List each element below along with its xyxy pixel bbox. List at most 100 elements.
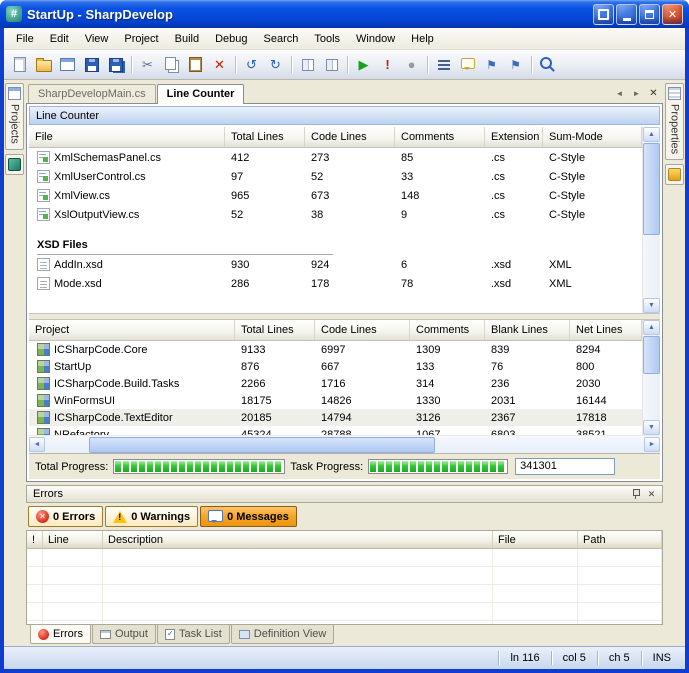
warnings-filter-button[interactable]: 0 Warnings	[105, 506, 198, 527]
comment-button[interactable]	[456, 53, 479, 76]
column-header-code-lines[interactable]: Code Lines	[305, 127, 395, 147]
table-row-selected[interactable]: ICSharpCode.TextEditor 20185 14794 3126 …	[29, 409, 642, 426]
messages-filter-button[interactable]: 0 Messages	[200, 506, 297, 527]
tab-line-counter[interactable]: Line Counter	[157, 84, 245, 104]
task-list-button[interactable]	[432, 53, 455, 76]
column-header-blank-lines[interactable]: Blank Lines	[485, 320, 570, 340]
paste-button[interactable]	[184, 53, 207, 76]
xsd-file-icon	[37, 277, 50, 290]
new-file-button[interactable]	[8, 53, 31, 76]
cell: ICSharpCode.Core	[54, 344, 148, 356]
column-header-severity[interactable]: !	[27, 531, 43, 548]
menu-help[interactable]: Help	[403, 29, 442, 49]
scrollbar-thumb[interactable]	[89, 437, 435, 453]
tab-scroll-right-button[interactable]: ►	[629, 86, 644, 100]
table-row[interactable]: XmlUserControl.cs 97 52 33 .cs C-Style	[29, 167, 642, 186]
run-button[interactable]: ▶	[352, 53, 375, 76]
column-header-code-lines[interactable]: Code Lines	[315, 320, 410, 340]
menu-window[interactable]: Window	[348, 29, 403, 49]
maximize-button[interactable]	[639, 4, 660, 25]
menu-search[interactable]: Search	[256, 29, 307, 49]
tab-definition-view[interactable]: Definition View	[231, 625, 335, 644]
search-button[interactable]	[536, 53, 559, 76]
code-template-button[interactable]	[320, 53, 343, 76]
scroll-up-button[interactable]: ▲	[643, 320, 660, 335]
minimize-button[interactable]	[616, 4, 637, 25]
sidebar-tab-projects[interactable]: Projects	[5, 83, 24, 150]
table-row[interactable]: ICSharpCode.Build.Tasks 2266 1716 314 23…	[29, 375, 642, 392]
table-splitter[interactable]	[29, 313, 660, 320]
errors-filter-button[interactable]: 0 Errors	[28, 506, 103, 527]
menu-tools[interactable]: Tools	[306, 29, 348, 49]
menu-edit[interactable]: Edit	[42, 29, 77, 49]
menu-build[interactable]: Build	[167, 29, 207, 49]
column-header-extension[interactable]: Extension	[485, 127, 543, 147]
undo-button[interactable]: ↺	[240, 53, 263, 76]
table-row[interactable]: Mode.xsd 286 178 78 .xsd XML	[29, 274, 642, 293]
table-row[interactable]: AddIn.xsd 930 924 6 .xsd XML	[29, 255, 642, 274]
save-button[interactable]	[80, 53, 103, 76]
table-row[interactable]: ICSharpCode.Core 9133 6997 1309 839 8294	[29, 341, 642, 358]
tab-output[interactable]: Output	[92, 625, 156, 644]
scrollbar-thumb[interactable]	[643, 143, 660, 235]
sidebar-tab-classes[interactable]	[5, 154, 24, 175]
pin-button[interactable]	[629, 487, 644, 501]
column-header-net-lines[interactable]: Net Lines	[570, 320, 642, 340]
breakpoint-button[interactable]: ●	[400, 53, 423, 76]
sidebar-tab-help[interactable]	[665, 164, 684, 185]
close-button[interactable]: ✕	[662, 4, 683, 25]
horizontal-scrollbar[interactable]: ◄ ►	[29, 435, 660, 453]
file-table-scrollbar[interactable]: ▲ ▼	[642, 127, 660, 313]
column-header-comments[interactable]: Comments	[410, 320, 485, 340]
project-table-scrollbar[interactable]: ▲ ▼	[642, 320, 660, 435]
scroll-left-button[interactable]: ◄	[29, 437, 45, 452]
column-header-total-lines[interactable]: Total Lines	[235, 320, 315, 340]
tab-scroll-left-button[interactable]: ◄	[612, 86, 627, 100]
column-header-line[interactable]: Line	[43, 531, 103, 548]
next-bookmark-button[interactable]: ⚑	[504, 53, 527, 76]
tab-sharpdevelopmain[interactable]: SharpDevelopMain.cs	[28, 84, 156, 103]
column-header-total-lines[interactable]: Total Lines	[225, 127, 305, 147]
new-project-button[interactable]	[56, 53, 79, 76]
table-row[interactable]: WinFormsUI 18175 14826 1330 2031 16144	[29, 392, 642, 409]
tab-close-button[interactable]: ✕	[646, 86, 661, 100]
column-header-sum-mode[interactable]: Sum-Mode	[543, 127, 642, 147]
column-header-project[interactable]: Project	[29, 320, 235, 340]
table-row[interactable]: XmlView.cs 965 673 148 .cs C-Style	[29, 186, 642, 205]
sidebar-tab-properties[interactable]: Properties	[665, 83, 684, 160]
column-header-comments[interactable]: Comments	[395, 127, 485, 147]
stop-button[interactable]: !	[376, 53, 399, 76]
table-row[interactable]: NRefactory 45324 28788 1067 6803 38521	[29, 426, 642, 435]
cut-button[interactable]: ✂	[136, 53, 159, 76]
table-row[interactable]: XslOutputView.cs 52 38 9 .cs C-Style	[29, 205, 642, 224]
window-extra-button[interactable]	[593, 4, 614, 25]
menu-debug[interactable]: Debug	[207, 29, 255, 49]
delete-button[interactable]: ✕	[208, 53, 231, 76]
column-header-file[interactable]: File	[493, 531, 578, 548]
panel-close-button[interactable]: ✕	[644, 487, 659, 501]
scrollbar-thumb[interactable]	[643, 336, 660, 374]
format-code-button[interactable]	[296, 53, 319, 76]
scroll-down-button[interactable]: ▼	[643, 298, 660, 313]
table-row[interactable]: XmlSchemasPanel.cs 412 273 85 .cs C-Styl…	[29, 148, 642, 167]
column-header-path[interactable]: Path	[578, 531, 662, 548]
column-header-file[interactable]: File	[29, 127, 225, 147]
redo-button[interactable]: ↻	[264, 53, 287, 76]
scroll-right-button[interactable]: ►	[644, 437, 660, 452]
table-row[interactable]: StartUp 876 667 133 76 800	[29, 358, 642, 375]
save-all-button[interactable]	[104, 53, 127, 76]
copy-button[interactable]	[160, 53, 183, 76]
comment-icon	[461, 58, 475, 69]
title-bar[interactable]: # StartUp - SharpDevelop ✕	[0, 0, 689, 28]
column-header-description[interactable]: Description	[103, 531, 493, 548]
tab-task-list[interactable]: Task List	[157, 625, 230, 644]
menu-view[interactable]: View	[77, 29, 117, 49]
scroll-down-button[interactable]: ▼	[643, 420, 660, 435]
toggle-bookmark-button[interactable]: ⚑	[480, 53, 503, 76]
menu-project[interactable]: Project	[116, 29, 166, 49]
open-file-button[interactable]	[32, 53, 55, 76]
menu-file[interactable]: File	[8, 29, 42, 49]
errors-panel-header[interactable]: Errors ✕	[26, 485, 663, 503]
scroll-up-button[interactable]: ▲	[643, 127, 660, 142]
tab-errors[interactable]: Errors	[30, 625, 91, 644]
